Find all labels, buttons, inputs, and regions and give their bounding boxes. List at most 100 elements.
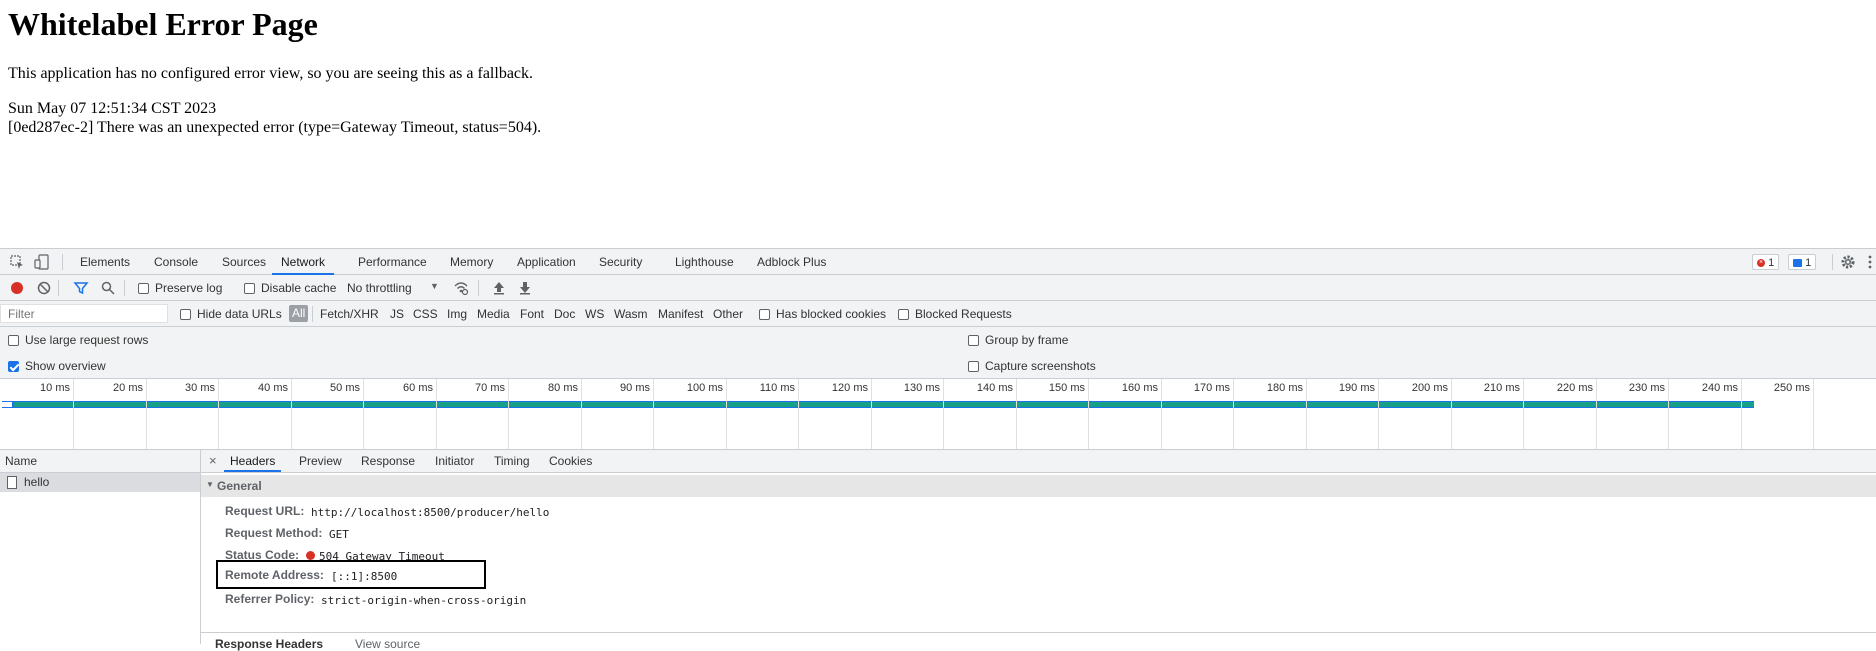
- filter-type-media[interactable]: Media: [477, 307, 510, 321]
- show-overview-label: Show overview: [25, 359, 106, 373]
- tab-adblock-plus[interactable]: Adblock Plus: [757, 249, 826, 275]
- blocked-requests-checkbox[interactable]: [898, 309, 909, 320]
- request-name: hello: [24, 475, 50, 489]
- filter-type-font[interactable]: Font: [520, 307, 544, 321]
- filter-type-manifest[interactable]: Manifest: [658, 307, 703, 321]
- filter-type-doc[interactable]: Doc: [554, 307, 575, 321]
- timeline-tick-label: 250 ms: [1773, 382, 1810, 394]
- has-blocked-cookies-checkbox[interactable]: [759, 309, 770, 320]
- throttling-select[interactable]: No throttling: [347, 281, 412, 295]
- hide-data-urls-checkbox[interactable]: [180, 309, 191, 320]
- highlight-annotation-box: [216, 560, 486, 589]
- export-har-icon[interactable]: [517, 280, 533, 296]
- timeline-gridline: [653, 379, 654, 449]
- response-headers-label[interactable]: Response Headers: [215, 637, 323, 651]
- network-overview-timeline[interactable]: 10 ms 20 ms 30 ms 40 ms 50 ms 60 ms 70 ms 80 ms…: [0, 379, 1876, 450]
- timeline-tick-label: 50 ms: [330, 382, 360, 394]
- filter-type-js[interactable]: JS: [390, 307, 404, 321]
- name-column-header[interactable]: Name: [0, 450, 200, 473]
- timeline-gridline: [1016, 379, 1017, 449]
- general-section-header[interactable]: ▼ General: [201, 475, 1876, 497]
- error-page: Whitelabel Error Page This application h…: [0, 0, 1876, 248]
- request-row[interactable]: hello: [0, 473, 200, 492]
- settings-gear-icon[interactable]: [1840, 254, 1856, 270]
- inspect-element-icon[interactable]: [9, 254, 25, 270]
- timeline-tick-label: 140 ms: [976, 382, 1013, 394]
- document-icon: [7, 476, 17, 489]
- timeline-gridline: [871, 379, 872, 449]
- tab-performance[interactable]: Performance: [358, 249, 427, 275]
- name-header-label: Name: [5, 454, 38, 468]
- error-message: This application has no configured error…: [8, 65, 534, 82]
- show-overview-checkbox[interactable]: [8, 361, 19, 372]
- close-icon[interactable]: ×: [209, 453, 217, 468]
- timeline-tick-label: 190 ms: [1338, 382, 1375, 394]
- request-method-key: Request Method:: [225, 526, 323, 540]
- request-url-key: Request URL:: [225, 504, 305, 518]
- timeline-tick-label: 170 ms: [1193, 382, 1230, 394]
- tab-security[interactable]: Security: [599, 249, 642, 275]
- timeline-gridline: [726, 379, 727, 449]
- tab-cookies[interactable]: Cookies: [549, 450, 592, 472]
- tab-elements[interactable]: Elements: [80, 249, 130, 275]
- filter-type-other[interactable]: Other: [713, 307, 743, 321]
- filter-type-css[interactable]: CSS: [413, 307, 438, 321]
- timeline-tick-label: 110 ms: [759, 382, 795, 394]
- timeline-gridline: [218, 379, 219, 449]
- preserve-log-checkbox[interactable]: [138, 283, 149, 294]
- group-by-frame-checkbox[interactable]: [968, 335, 979, 346]
- device-toolbar-icon[interactable]: [34, 254, 50, 270]
- timeline-gridline: [1813, 379, 1814, 449]
- timeline-gridline: [1306, 379, 1307, 449]
- devtools-tabbar: Elements Console Sources Network Perform…: [0, 248, 1876, 275]
- timeline-tick-label: 80 ms: [548, 382, 578, 394]
- timeline-gridline: [943, 379, 944, 449]
- error-count-badge[interactable]: × 1: [1752, 254, 1780, 270]
- timeline-gridline: [1741, 379, 1742, 449]
- network-conditions-icon[interactable]: [453, 280, 469, 296]
- tab-network[interactable]: Network: [272, 249, 335, 275]
- section-divider: [201, 632, 1876, 633]
- large-rows-checkbox[interactable]: [8, 335, 19, 346]
- filter-icon[interactable]: [73, 280, 89, 296]
- filter-type-wasm[interactable]: Wasm: [614, 307, 648, 321]
- timeline-tick-label: 40 ms: [258, 382, 288, 394]
- filter-type-all[interactable]: All: [289, 305, 309, 322]
- record-icon[interactable]: [9, 280, 25, 296]
- tab-response[interactable]: Response: [361, 450, 415, 472]
- disable-cache-label: Disable cache: [261, 281, 337, 295]
- filter-type-fetch-xhr[interactable]: Fetch/XHR: [320, 307, 379, 321]
- tab-lighthouse[interactable]: Lighthouse: [675, 249, 734, 275]
- disable-cache-checkbox[interactable]: [244, 283, 255, 294]
- filter-input[interactable]: Filter: [0, 304, 168, 323]
- tab-initiator[interactable]: Initiator: [435, 450, 474, 472]
- tab-application[interactable]: Application: [517, 249, 576, 275]
- timeline-gridline: [1451, 379, 1452, 449]
- group-by-frame-label: Group by frame: [985, 333, 1069, 347]
- tab-memory[interactable]: Memory: [450, 249, 493, 275]
- chevron-down-icon[interactable]: ▼: [430, 281, 439, 291]
- filter-type-img[interactable]: Img: [447, 307, 467, 321]
- filter-type-ws[interactable]: WS: [585, 307, 604, 321]
- timeline-gridline: [508, 379, 509, 449]
- tab-sources[interactable]: Sources: [222, 249, 266, 275]
- large-rows-label: Use large request rows: [25, 333, 149, 347]
- import-har-icon[interactable]: [491, 280, 507, 296]
- timeline-tick-label: 130 ms: [903, 382, 940, 394]
- view-source-link[interactable]: View source: [355, 637, 420, 651]
- tab-console[interactable]: Console: [154, 249, 198, 275]
- message-count-badge[interactable]: 1: [1788, 254, 1817, 270]
- tab-timing[interactable]: Timing: [494, 450, 530, 472]
- tab-preview[interactable]: Preview: [299, 450, 342, 472]
- timeline-tick-label: 10 ms: [40, 382, 70, 394]
- timeline-gridline: [73, 379, 74, 449]
- hide-data-urls-label: Hide data URLs: [197, 307, 282, 321]
- timeline-gridline: [581, 379, 582, 449]
- has-blocked-cookies-label: Has blocked cookies: [776, 307, 887, 321]
- more-options-icon[interactable]: [1866, 254, 1874, 270]
- search-icon[interactable]: [100, 280, 116, 296]
- tab-headers[interactable]: Headers: [224, 450, 282, 472]
- capture-screenshots-checkbox[interactable]: [968, 361, 979, 372]
- clear-icon[interactable]: [36, 280, 52, 296]
- blocked-requests-label: Blocked Requests: [915, 307, 1012, 321]
